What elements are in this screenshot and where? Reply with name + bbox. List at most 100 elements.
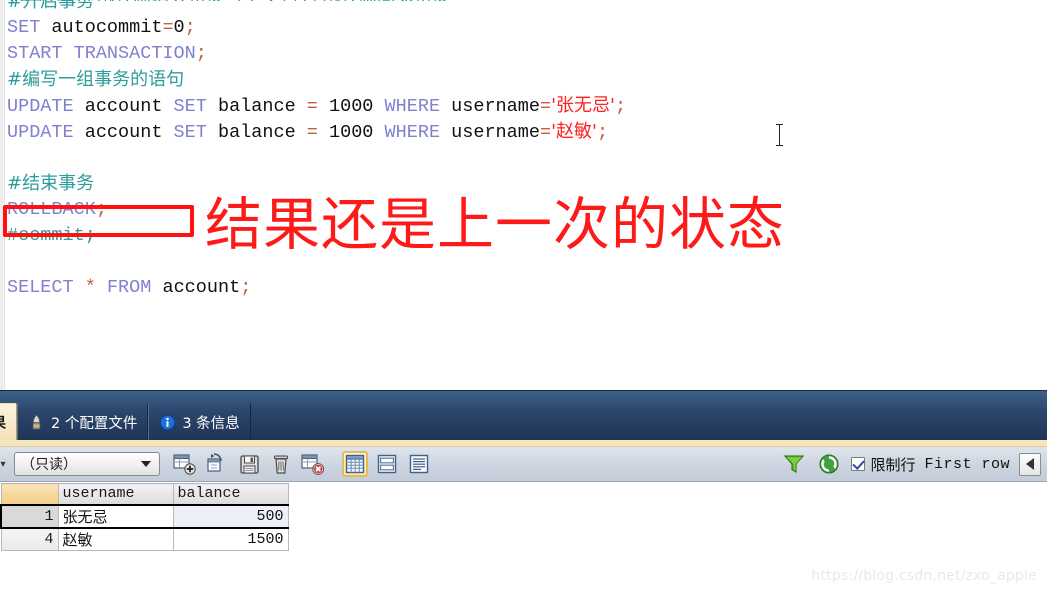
result-toolbar: ▾ （只读） 限制行 First row: [0, 447, 1047, 482]
code-comment: #结束事务: [7, 173, 95, 194]
grid-view-icon: [345, 454, 365, 474]
result-tab-label: 2 个配置文件: [51, 415, 138, 432]
code-token: ;: [240, 277, 252, 298]
code-line: #开启事务: [7, 0, 626, 15]
code-token: ;: [614, 96, 627, 117]
code-token: ;: [195, 43, 207, 64]
code-token: WHERE: [384, 96, 441, 117]
result-tabs[interactable]: 结果 2 个配置文件 3 条信息: [0, 403, 251, 441]
cell-balance[interactable]: 1500: [172, 527, 289, 551]
text-caret: [776, 124, 783, 146]
result-tab-bar: 结果 2 个配置文件 3 条信息: [0, 390, 1047, 441]
result-tab-label: 3 条信息: [182, 415, 240, 432]
cell-balance[interactable]: 500: [172, 503, 289, 529]
code-token: 1000: [329, 96, 374, 117]
overflow-caret-icon[interactable]: ▾: [0, 459, 10, 470]
code-token: UPDATE: [7, 122, 74, 143]
discard-changes-button[interactable]: [300, 451, 326, 477]
code-token: WHERE: [384, 122, 441, 143]
code-token: SET: [173, 122, 207, 143]
grid-view-button[interactable]: [342, 451, 368, 477]
funnel-icon: [784, 455, 805, 473]
toolbar-right-group: 限制行 First row: [781, 451, 1047, 477]
result-grid: username balance 1 张无忌 500 4 赵敏 1500: [0, 483, 289, 551]
code-token: =: [306, 122, 318, 143]
code-token: account: [73, 96, 174, 117]
sql-editor[interactable]: #如果是'真的'则提交事务（若不是'真的'则回滚事务 #开启事务SET auto…: [0, 0, 1047, 390]
form-view-button[interactable]: [374, 451, 400, 477]
row-number-cell[interactable]: 1: [0, 503, 59, 529]
code-token: =: [306, 96, 318, 117]
limit-rows-checkbox[interactable]: [851, 457, 866, 471]
prev-page-button[interactable]: [1019, 452, 1041, 476]
filter-button[interactable]: [781, 451, 807, 477]
result-tab-2[interactable]: 2 个配置文件: [17, 403, 149, 441]
result-tab-3[interactable]: 3 条信息: [148, 403, 251, 441]
row-number-cell[interactable]: 4: [0, 527, 59, 551]
code-token: account: [151, 277, 241, 298]
code-token: ;: [95, 199, 107, 220]
text-view-icon: [409, 454, 429, 474]
grid-body: 1 张无忌 500 4 赵敏 1500: [0, 503, 289, 551]
code-token: username: [440, 122, 540, 143]
column-header-balance[interactable]: balance: [172, 483, 289, 505]
apply-changes-icon: [207, 452, 222, 472]
code-token: '赵敏': [551, 121, 597, 142]
code-token: username: [440, 96, 540, 117]
code-token: '张无忌': [551, 95, 615, 116]
code-token: ;: [596, 122, 609, 143]
code-comment: #编写一组事务的语句: [7, 69, 185, 90]
column-header-username[interactable]: username: [57, 483, 174, 505]
text-view-button[interactable]: [406, 451, 432, 477]
code-token: balance: [206, 122, 307, 143]
edit-mode-select[interactable]: （只读）: [14, 452, 160, 476]
code-line: SELECT * FROM account;: [7, 275, 626, 301]
refresh-button[interactable]: [816, 451, 842, 477]
editor-gutter: [0, 0, 5, 390]
apply-changes-button[interactable]: [204, 451, 230, 477]
first-row-label: First row: [924, 455, 1010, 473]
watermark: https://blog.csdn.net/zxo_apple: [811, 568, 1037, 584]
code-token: =: [162, 17, 174, 38]
code-token: SET: [7, 17, 41, 38]
chevron-down-icon: [141, 461, 151, 467]
sql-client-window: #如果是'真的'则提交事务（若不是'真的'则回滚事务 #开启事务SET auto…: [0, 0, 1047, 592]
code-token: 1000: [329, 122, 374, 143]
code-token: SET: [173, 96, 207, 117]
info-icon: [159, 414, 176, 431]
record-actions-group: [172, 451, 326, 477]
form-view-icon: [377, 454, 397, 474]
add-record-button[interactable]: [172, 451, 198, 477]
grid-corner-cell[interactable]: [0, 483, 59, 505]
code-line: START TRANSACTION;: [7, 41, 626, 67]
cell-username[interactable]: 赵敏: [57, 527, 174, 551]
triangle-left-icon: [1026, 458, 1034, 470]
code-token: autocommit: [40, 17, 163, 38]
table-row[interactable]: 1 张无忌 500: [0, 503, 289, 529]
result-tab-label: 结果: [0, 412, 6, 433]
discard-icon: [301, 453, 325, 475]
toolbar-accent-strip: [0, 440, 1047, 447]
code-token: START TRANSACTION: [7, 43, 196, 64]
code-token: =: [539, 122, 552, 143]
code-token: balance: [206, 96, 307, 117]
code-token: SELECT: [7, 277, 74, 298]
annotation-note: 结果还是上一次的状态: [205, 192, 785, 258]
profile-icon: [32, 413, 41, 429]
trash-icon: [274, 455, 288, 474]
result-tab-1[interactable]: 结果: [0, 403, 17, 441]
code-token: 0: [173, 17, 185, 38]
save-button[interactable]: [236, 451, 262, 477]
cell-username[interactable]: 张无忌: [57, 503, 174, 529]
floppy-disk-icon: [239, 454, 259, 474]
code-token: ;: [184, 17, 196, 38]
delete-record-button[interactable]: [268, 451, 294, 477]
code-token: account: [73, 122, 174, 143]
table-row[interactable]: 4 赵敏 1500: [0, 527, 289, 551]
profile-icon: [28, 413, 45, 431]
